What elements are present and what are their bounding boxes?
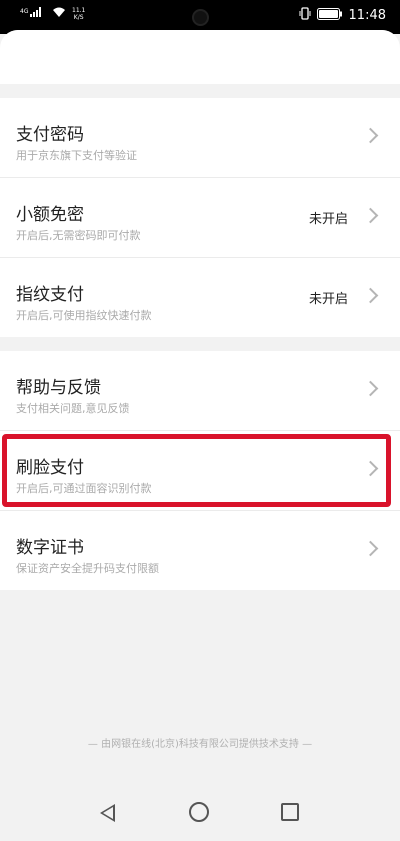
settings-screen: 支付密码 用于京东旗下支付等验证 小额免密 开启后,无需密码即可付款 未开启 指… <box>0 30 400 841</box>
status-left: 4G 11.1 K/S <box>20 6 85 21</box>
top-header-area <box>0 30 400 84</box>
status-bar: 4G 11.1 K/S 11:48 <box>0 0 400 34</box>
clock: 11:48 <box>348 8 386 23</box>
item-title: 帮助与反馈 <box>16 378 101 398</box>
settings-item-fingerprint-pay[interactable]: 指纹支付 开启后,可使用指纹快速付款 未开启 <box>0 258 400 337</box>
item-subtitle: 用于京东旗下支付等验证 <box>16 149 137 162</box>
vibrate-icon <box>299 7 311 24</box>
item-title: 指纹支付 <box>16 285 84 305</box>
signal-label: 4G <box>20 8 29 15</box>
settings-item-payment-password[interactable]: 支付密码 用于京东旗下支付等验证 <box>0 98 400 178</box>
section-gap <box>0 84 400 98</box>
settings-group-other: 帮助与反馈 支付相关问题,意见反馈 刷脸支付 开启后,可通过面容识别付款 数字证… <box>0 351 400 590</box>
status-right: 11:48 <box>299 7 386 24</box>
net-speed-top: 11.1 <box>72 6 86 14</box>
settings-item-face-pay[interactable]: 刷脸支付 开启后,可通过面容识别付款 <box>0 431 400 511</box>
section-gap <box>0 337 400 351</box>
signal-icon: 4G <box>20 6 46 21</box>
system-nav-bar <box>0 786 400 841</box>
item-title: 数字证书 <box>16 538 84 558</box>
item-subtitle: 开启后,可通过面容识别付款 <box>16 482 152 495</box>
settings-item-digital-certificate[interactable]: 数字证书 保证资产安全提升码支付限额 <box>0 511 400 590</box>
battery-icon <box>316 7 343 24</box>
item-title: 刷脸支付 <box>16 458 84 478</box>
item-status: 未开启 <box>308 292 348 307</box>
chevron-right-icon <box>362 540 379 557</box>
chevron-right-icon <box>362 460 379 477</box>
net-speed-bottom: K/S <box>73 13 84 21</box>
wifi-icon <box>52 7 66 21</box>
chevron-right-icon <box>362 380 379 397</box>
item-subtitle: 支付相关问题,意见反馈 <box>16 402 130 415</box>
item-subtitle: 开启后,无需密码即可付款 <box>16 229 141 242</box>
home-icon[interactable] <box>189 802 209 822</box>
settings-group-security: 支付密码 用于京东旗下支付等验证 小额免密 开启后,无需密码即可付款 未开启 指… <box>0 98 400 337</box>
net-speed: 11.1 K/S <box>72 7 85 21</box>
item-title: 小额免密 <box>16 205 84 225</box>
footer-credit: — 由网银在线(北京)科技有限公司提供技术支持 — <box>87 739 313 750</box>
recent-apps-icon[interactable] <box>281 803 299 821</box>
chevron-right-icon <box>362 127 379 144</box>
item-title: 支付密码 <box>16 125 84 145</box>
item-subtitle: 开启后,可使用指纹快速付款 <box>16 309 152 322</box>
item-subtitle: 保证资产安全提升码支付限额 <box>16 562 159 575</box>
back-icon[interactable] <box>100 804 115 822</box>
settings-item-help-feedback[interactable]: 帮助与反馈 支付相关问题,意见反馈 <box>0 351 400 431</box>
front-camera <box>192 9 209 26</box>
item-status: 未开启 <box>308 212 348 227</box>
chevron-right-icon <box>362 287 379 304</box>
settings-item-small-amount-free[interactable]: 小额免密 开启后,无需密码即可付款 未开启 <box>0 178 400 258</box>
chevron-right-icon <box>362 207 379 224</box>
